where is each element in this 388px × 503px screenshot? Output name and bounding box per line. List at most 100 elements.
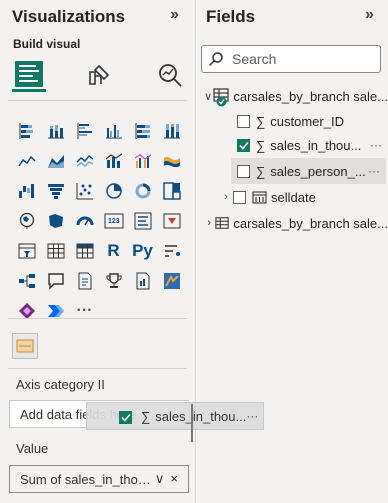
visual-type-row: 123: [12, 207, 188, 235]
line-chart-icon[interactable]: [12, 147, 41, 175]
visual-type-gallery: 123 R Py ···: [12, 117, 188, 327]
close-icon[interactable]: ×: [170, 471, 178, 487]
checkbox[interactable]: [237, 164, 250, 178]
visual-type-row: [12, 117, 188, 145]
more-visuals-icon[interactable]: ···: [70, 297, 99, 325]
check-circle-icon: [216, 96, 227, 106]
checkbox-checked[interactable]: [237, 138, 250, 152]
table-name: carsales_by_branch sale...: [233, 88, 388, 104]
kpi-icon[interactable]: [157, 207, 186, 235]
format-visual-icon: [89, 64, 110, 85]
field-row[interactable]: › selldate: [219, 185, 388, 209]
divider: [8, 100, 187, 101]
search-placeholder: Search: [232, 51, 277, 67]
field-name: sales_in_thou...: [270, 137, 362, 153]
drag-ghost-label: sales_in_thou...: [155, 408, 247, 424]
field-row[interactable]: ∑ sales_person_... ···: [231, 158, 386, 184]
value-field-pill[interactable]: Sum of sales_in_thous... ∨ ×: [9, 465, 189, 493]
visual-type-row: [12, 177, 188, 205]
analytics-icon: [159, 64, 182, 87]
trophy-icon[interactable]: [99, 267, 128, 295]
area-chart-icon[interactable]: [41, 147, 70, 175]
sigma-icon: ∑: [256, 137, 266, 153]
smart-narrative-icon[interactable]: [70, 267, 99, 295]
gauge-icon[interactable]: [70, 207, 99, 235]
chevron-down-icon[interactable]: ∨: [203, 90, 213, 103]
visualizations-title: Visualizations: [12, 7, 126, 26]
build-visual-button[interactable]: [12, 58, 46, 92]
scatter-chart-icon[interactable]: [70, 177, 99, 205]
pie-chart-icon[interactable]: [99, 177, 128, 205]
field-name: customer_ID: [270, 113, 344, 129]
treemap-icon[interactable]: [157, 177, 186, 205]
chevron-right-icon[interactable]: ›: [203, 217, 215, 229]
field-name: sales_person_...: [270, 163, 366, 179]
value-field-name: Sum of sales_in_thous...: [20, 471, 155, 487]
build-visual-icon: [15, 60, 43, 87]
map-icon[interactable]: [12, 207, 41, 235]
custom-visual-button[interactable]: [12, 333, 38, 359]
visual-type-row: [12, 267, 188, 295]
table-row[interactable]: ∨ carsales_by_branch sale...: [203, 84, 388, 108]
sigma-icon: ∑: [256, 163, 266, 179]
more-options-icon[interactable]: ···: [370, 138, 382, 152]
sigma-icon: ∑: [141, 408, 151, 424]
clustered-bar-chart-icon[interactable]: [70, 117, 99, 145]
checkbox[interactable]: [233, 190, 246, 204]
power-apps-icon[interactable]: [12, 297, 41, 325]
line-and-clustered-column-chart-icon[interactable]: [128, 147, 157, 175]
r-script-visual-icon[interactable]: R: [99, 237, 128, 265]
chevron-right-icon[interactable]: ›: [219, 191, 233, 203]
table-icon[interactable]: [41, 237, 70, 265]
donut-chart-icon[interactable]: [128, 177, 157, 205]
line-and-column-chart-icon[interactable]: [99, 147, 128, 175]
custom-visual-icon: [16, 339, 34, 353]
funnel-chart-icon[interactable]: [41, 177, 70, 205]
search-input[interactable]: Search: [201, 45, 381, 73]
paginated-report-icon[interactable]: [128, 267, 157, 295]
collapse-fields-button[interactable]: »: [365, 6, 374, 24]
visual-type-row: R Py: [12, 237, 188, 265]
100-stacked-bar-chart-icon[interactable]: [128, 117, 157, 145]
field-row[interactable]: ∑ sales_in_thou... ···: [237, 133, 388, 157]
table-name: carsales_by_branch sale...: [233, 215, 388, 231]
qa-icon[interactable]: [41, 267, 70, 295]
visual-type-row: [12, 147, 188, 175]
checkbox-checked: [119, 411, 132, 424]
analytics-button[interactable]: [153, 58, 187, 92]
svg-text:123: 123: [108, 218, 120, 225]
visual-type-row: ···: [12, 297, 188, 325]
divider: [8, 368, 187, 369]
stacked-column-chart-icon[interactable]: [41, 117, 70, 145]
waterfall-chart-icon[interactable]: [12, 177, 41, 205]
field-row[interactable]: ∑ customer_ID: [237, 109, 388, 133]
ribbon-chart-icon[interactable]: [157, 147, 186, 175]
field-name: selldate: [271, 189, 316, 205]
more-options-icon: ···: [246, 409, 259, 423]
slicer-icon[interactable]: [12, 237, 41, 265]
decomposition-tree-icon[interactable]: [12, 267, 41, 295]
key-influencers-icon[interactable]: [157, 237, 186, 265]
stacked-area-chart-icon[interactable]: [70, 147, 99, 175]
card-icon[interactable]: 123: [99, 207, 128, 235]
fields-title: Fields: [206, 7, 256, 26]
filled-map-icon[interactable]: [41, 207, 70, 235]
power-automate-icon[interactable]: [41, 297, 70, 325]
table-icon: [213, 87, 229, 106]
clustered-column-chart-icon[interactable]: [99, 117, 128, 145]
more-options-icon[interactable]: ···: [368, 164, 380, 178]
multi-row-card-icon[interactable]: [128, 207, 157, 235]
python-visual-icon[interactable]: Py: [128, 237, 157, 265]
build-visual-label: Build visual: [13, 37, 81, 51]
matrix-icon[interactable]: [70, 237, 99, 265]
collapse-visualizations-button[interactable]: »: [170, 6, 179, 24]
chevron-down-icon[interactable]: ∨: [155, 471, 165, 487]
azure-map-icon[interactable]: [157, 267, 186, 295]
checkbox[interactable]: [237, 114, 250, 128]
axis-category-label: Axis category II: [16, 377, 105, 392]
100-stacked-column-chart-icon[interactable]: [157, 117, 186, 145]
format-visual-button[interactable]: [82, 58, 116, 92]
table-row[interactable]: › carsales_by_branch sale...: [203, 211, 388, 235]
search-icon: [208, 52, 223, 67]
stacked-bar-chart-icon[interactable]: [12, 117, 41, 145]
